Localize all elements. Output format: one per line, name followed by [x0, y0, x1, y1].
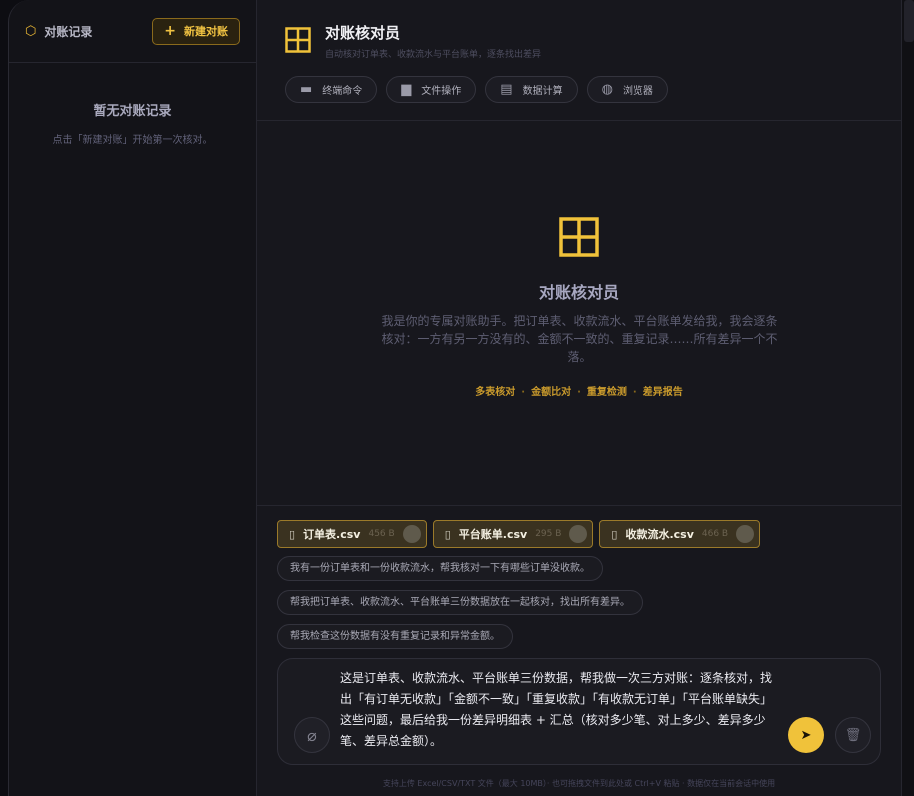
file-chip[interactable]: ▯ 订单表.csv 456 B [277, 520, 427, 548]
empty-title: 暂无对账记录 [93, 104, 172, 119]
welcome-description: 我是你的专属对账助手。把订单表、收款流水、平台账单发给我，我会逐条核对：一方有另… [381, 314, 778, 364]
remove-file-button[interactable] [569, 525, 588, 543]
file-icon: ▯ [289, 527, 296, 541]
remove-file-button[interactable] [402, 525, 421, 543]
feature-tags: 多表核对 · 金额比对 · 重复检测 · 差异报告 [475, 387, 683, 398]
tool-calc[interactable]: ▤ 数据计算 [485, 76, 578, 103]
globe-icon: ◍ [601, 82, 613, 97]
send-arrow-icon: ➤ [800, 727, 812, 743]
input-area: ▯ 订单表.csv 456 B ▯ 平台账单.csv 295 B ▯ 收款流水.… [257, 506, 901, 796]
new-reconciliation-label: 新建对账 [184, 25, 228, 38]
suggestion-chip[interactable]: 帮我把订单表、收款流水、平台账单三份数据放在一起核对，找出所有差异。 [277, 590, 643, 615]
paperclip-icon[interactable]: ⌀ [294, 717, 330, 753]
file-name: 订单表.csv [303, 528, 361, 541]
file-size: 295 B [535, 529, 562, 539]
suggestion-chip[interactable]: 我有一份订单表和一份收款流水，帮我核对一下有哪些订单没收款。 [277, 556, 603, 581]
sidebar-title: ⬡ 对账记录 [25, 23, 92, 40]
grid-logo-icon [285, 27, 311, 53]
send-button[interactable]: ➤ [788, 717, 824, 753]
agent-subtitle: 自动核对订单表、收款流水与平台账单，逐条找出差异 [325, 50, 542, 60]
welcome-section: 对账核对员 我是你的专属对账助手。把订单表、收款流水、平台账单发给我，我会逐条核… [257, 121, 901, 506]
tool-browser[interactable]: ◍ 浏览器 [586, 76, 668, 103]
tool-label: 数据计算 [522, 86, 563, 97]
tool-terminal[interactable]: ▬ 终端命令 [285, 76, 378, 103]
empty-description: 点击「新建对账」开始第一次核对。 [52, 135, 213, 146]
footer-hint: 支持上传 Excel/CSV/TXT 文件（最大 10MB）· 也可拖拽文件到此… [382, 779, 776, 788]
feature-tag: 差异报告 [642, 387, 683, 398]
spreadsheet-icon: ▤ [500, 82, 513, 97]
suggestion-list: 我有一份订单表和一份收款流水，帮我核对一下有哪些订单没收款。 帮我把订单表、收款… [277, 556, 901, 658]
sidebar: ⬡ 对账记录 + 新建对账 暂无对账记录 点击「新建对账」开始第一次核对。 [8, 0, 257, 796]
file-name: 平台账单.csv [458, 528, 528, 541]
trash-icon[interactable]: 🗑 [835, 717, 871, 753]
main-header: 对账核对员 自动核对订单表、收款流水与平台账单，逐条找出差异 ▬ 终端命令 ▆ … [257, 0, 901, 121]
welcome-title: 对账核对员 [538, 283, 619, 302]
tool-label: 终端命令 [322, 86, 363, 97]
sidebar-empty-state: 暂无对账记录 点击「新建对账」开始第一次核对。 [9, 100, 256, 146]
window-scrollbar[interactable] [902, 0, 914, 796]
tool-bar: ▬ 终端命令 ▆ 文件操作 ▤ 数据计算 ◍ 浏览器 [285, 76, 901, 103]
attached-files: ▯ 订单表.csv 456 B ▯ 平台账单.csv 295 B ▯ 收款流水.… [277, 520, 901, 548]
file-chip[interactable]: ▯ 平台账单.csv 295 B [432, 520, 594, 548]
suggestion-chip[interactable]: 帮我检查这份数据有没有重复记录和异常金额。 [277, 624, 513, 649]
agent-name: 对账核对员 [325, 24, 401, 42]
feature-tag: 多表核对 [475, 387, 516, 398]
scrollbar-thumb[interactable] [904, 0, 914, 42]
app-root: ⬡ 对账记录 + 新建对账 暂无对账记录 点击「新建对账」开始第一次核对。 对账… [0, 0, 914, 796]
sidebar-title-text: 对账记录 [44, 24, 93, 39]
feature-tag: 重复检测 [586, 387, 627, 398]
grid-logo-icon [559, 217, 599, 257]
file-icon: ▯ [444, 527, 451, 541]
agent-brand: 对账核对员 自动核对订单表、收款流水与平台账单，逐条找出差异 [285, 22, 901, 60]
tool-label: 文件操作 [421, 86, 462, 97]
remove-file-button[interactable] [736, 525, 755, 543]
tool-label: 浏览器 [622, 86, 653, 97]
message-input[interactable]: 这是订单表、收款流水、平台账单三份数据，帮我做一次三方对账：逐条核对，找出「有订… [340, 668, 780, 752]
terminal-icon: ▬ [300, 82, 313, 97]
file-size: 466 B [701, 529, 729, 539]
file-name: 收款流水.csv [625, 528, 694, 541]
sidebar-header: ⬡ 对账记录 + 新建对账 [9, 0, 256, 63]
folder-icon: ▆ [401, 82, 412, 97]
feature-tag: 金额比对 [531, 387, 572, 398]
new-reconciliation-button[interactable]: + 新建对账 [152, 17, 240, 45]
hexagon-icon: ⬡ [25, 23, 37, 39]
file-chip[interactable]: ▯ 收款流水.csv 466 B [599, 520, 761, 548]
file-size: 456 B [368, 529, 395, 539]
tool-file[interactable]: ▆ 文件操作 [386, 76, 477, 103]
message-composer[interactable]: 这是订单表、收款流水、平台账单三份数据，帮我做一次三方对账：逐条核对，找出「有订… [277, 658, 881, 765]
plus-icon: + [164, 23, 176, 39]
file-icon: ▯ [611, 527, 618, 541]
main-panel: 对账核对员 自动核对订单表、收款流水与平台账单，逐条找出差异 ▬ 终端命令 ▆ … [257, 0, 902, 796]
